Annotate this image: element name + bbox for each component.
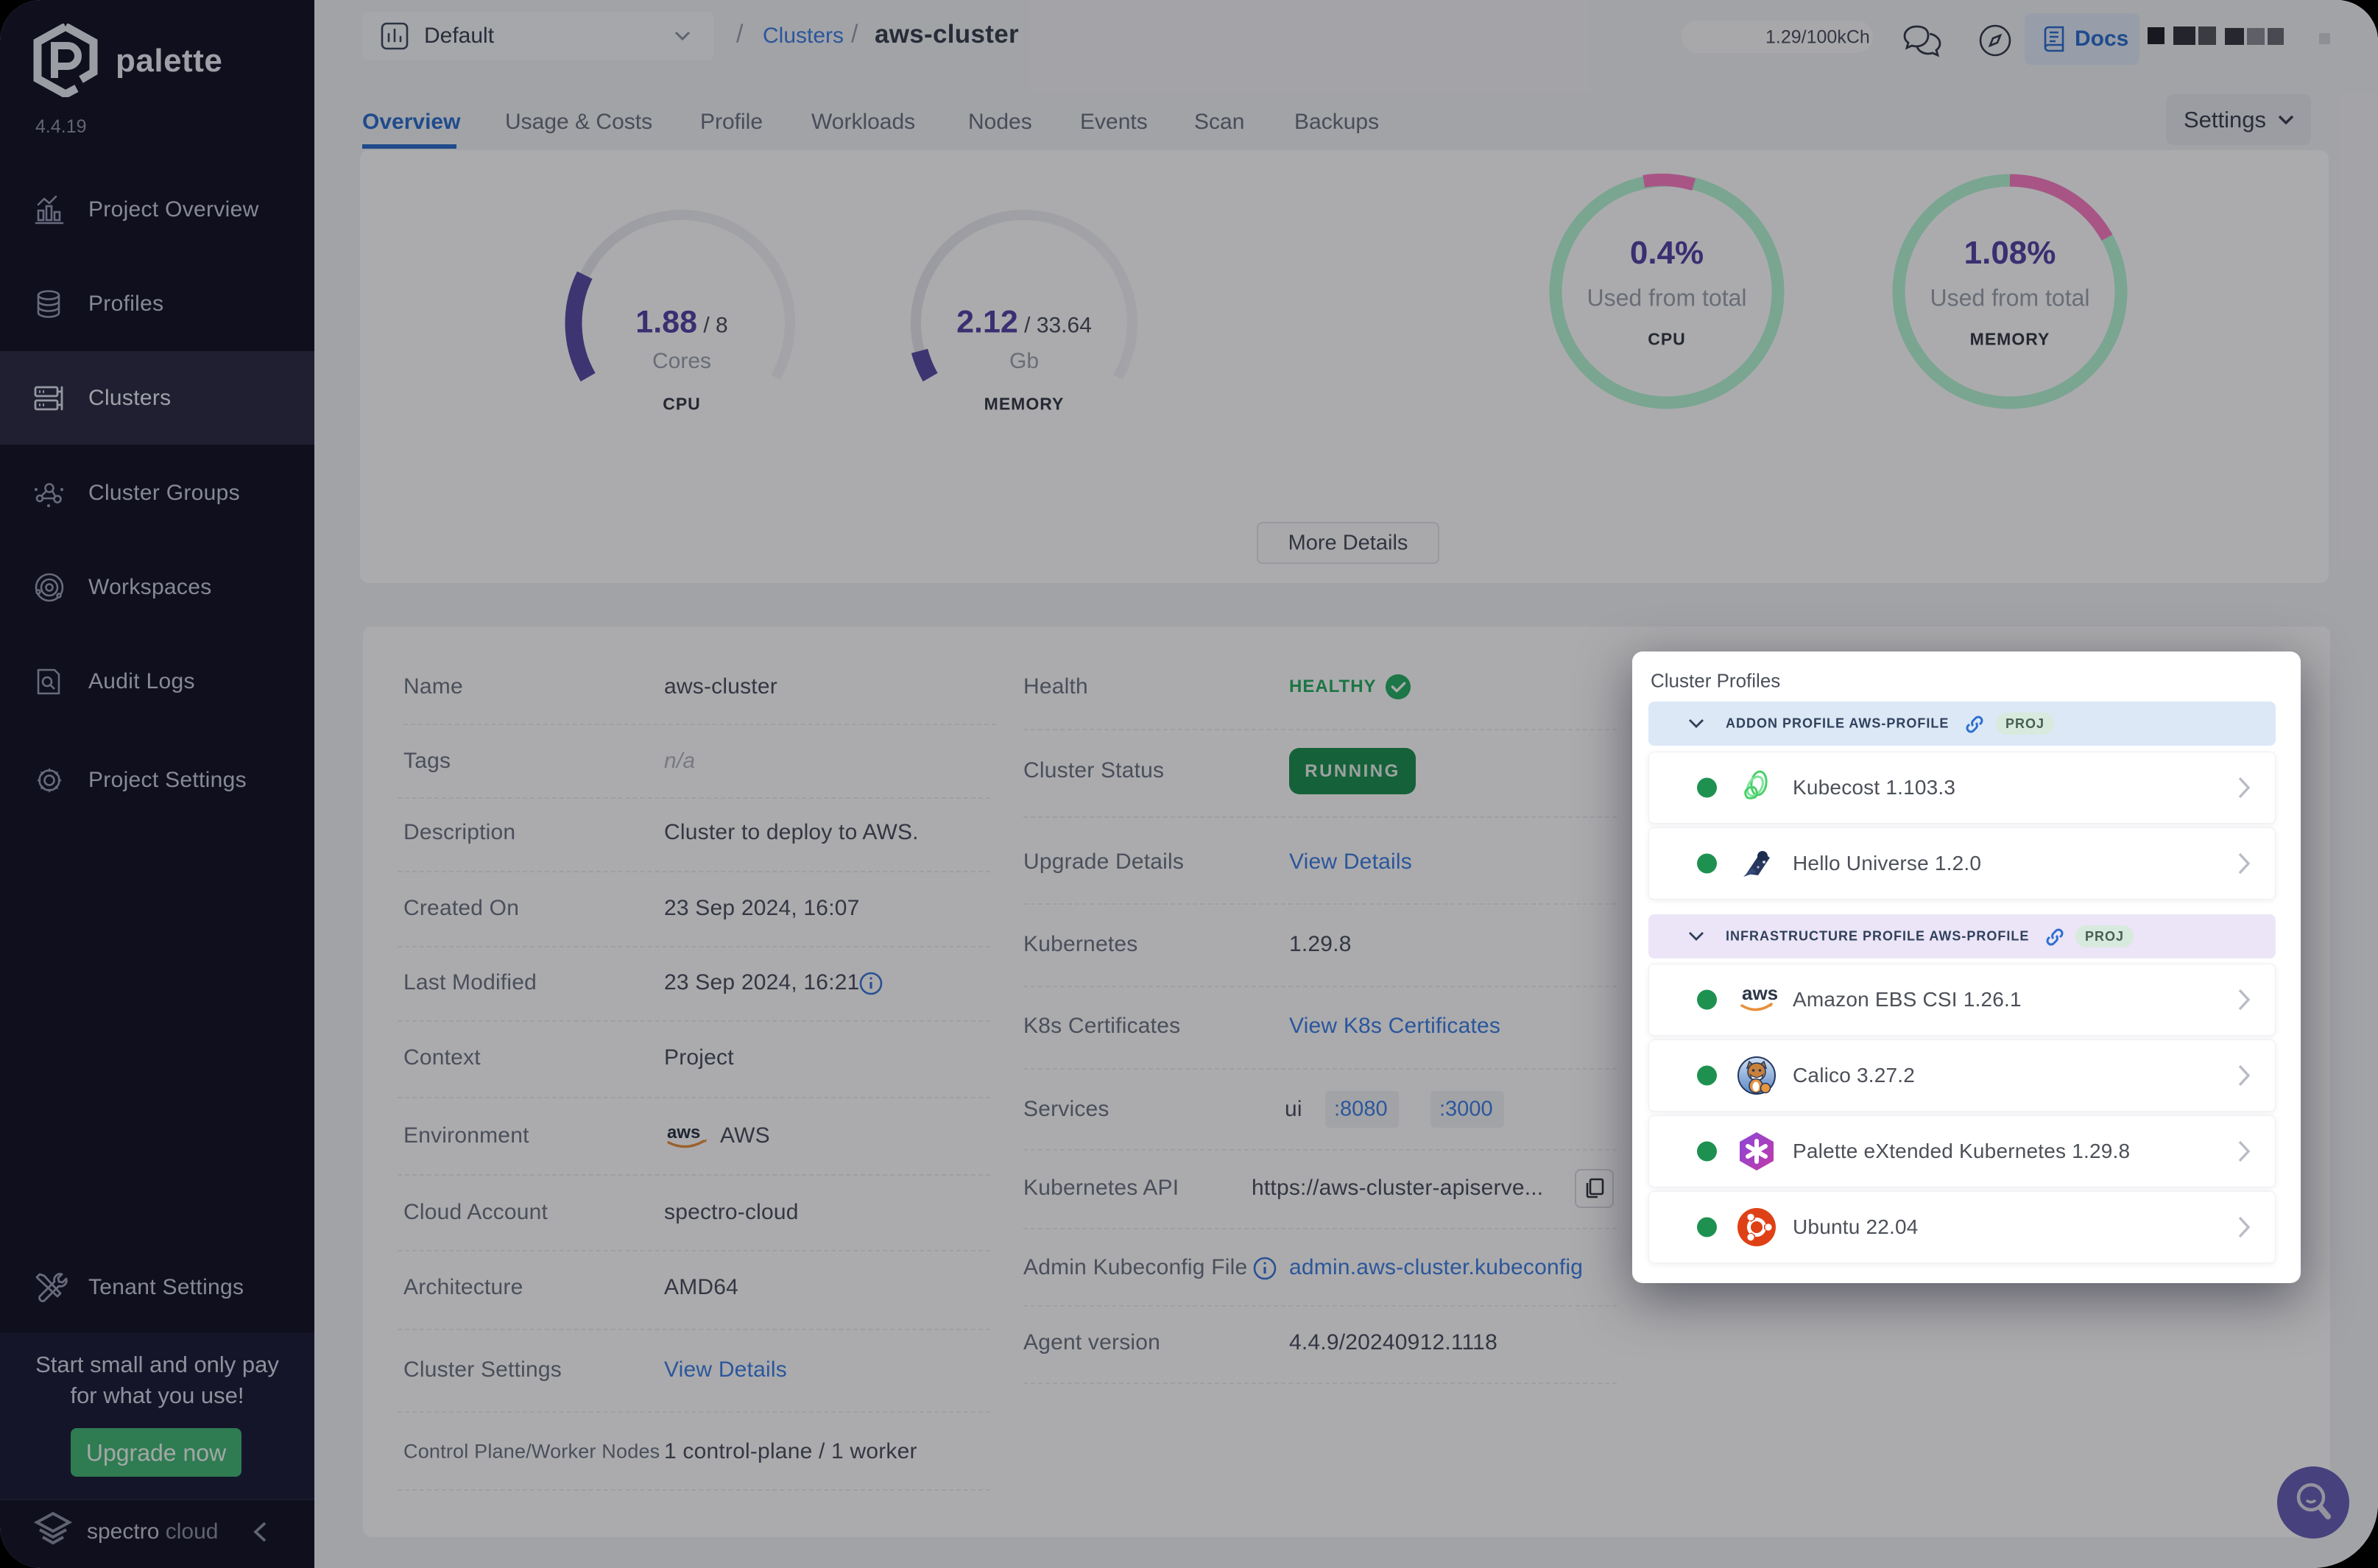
svg-text:aws: aws <box>1742 982 1777 1004</box>
